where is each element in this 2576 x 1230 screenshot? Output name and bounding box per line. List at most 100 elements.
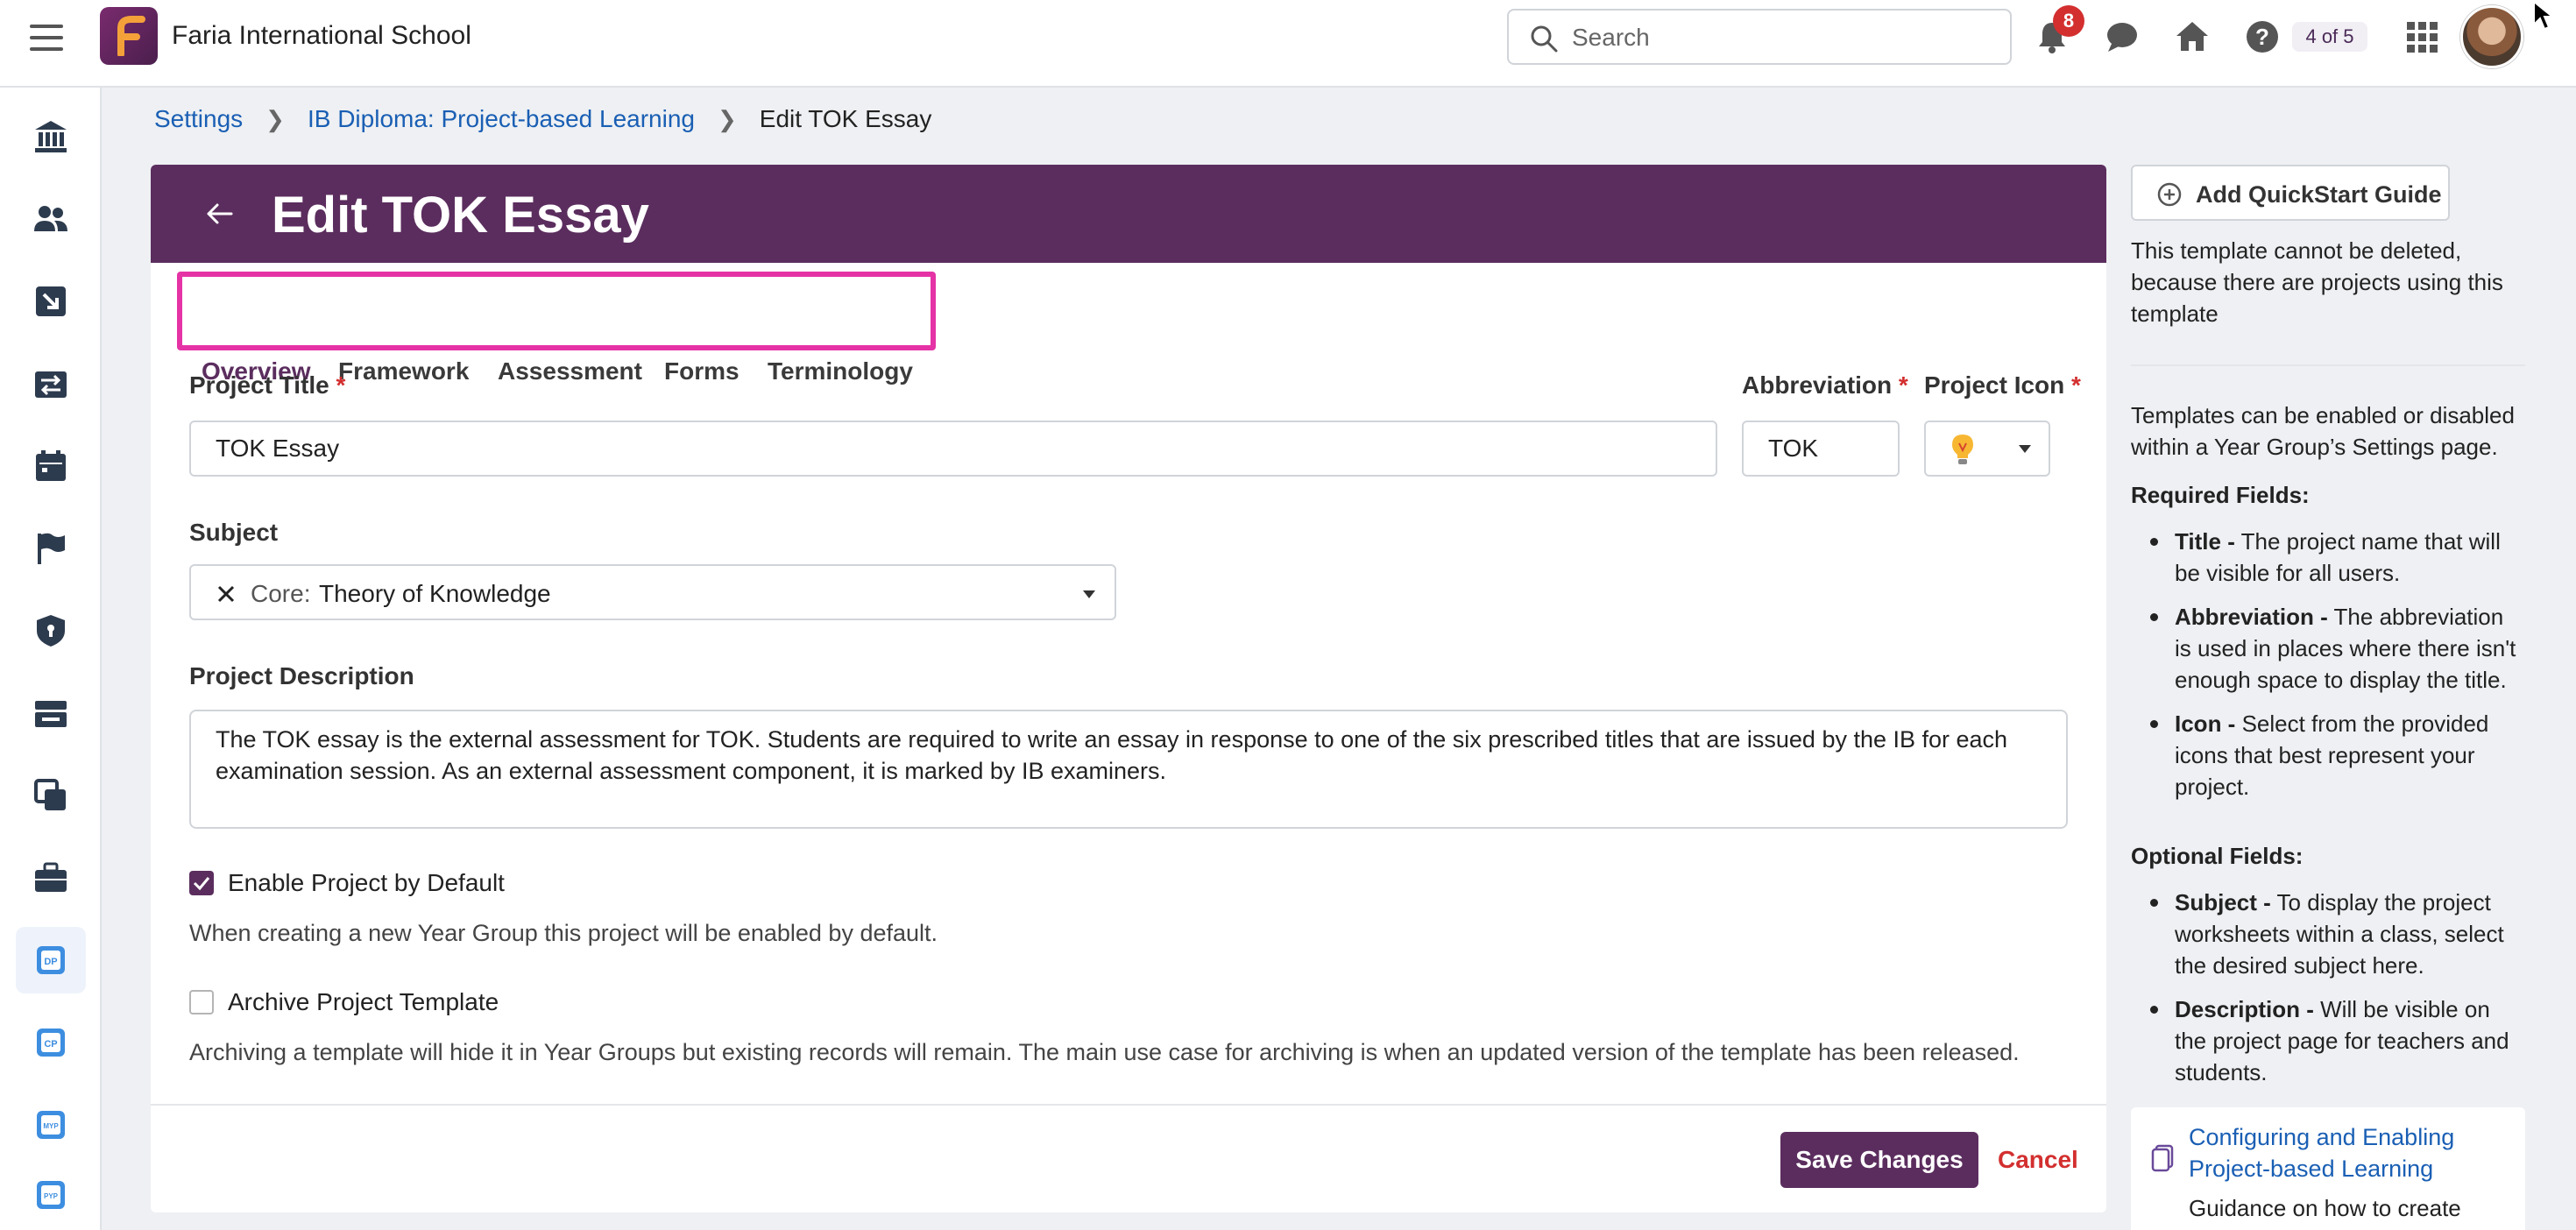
project-icon-label: Project Icon * bbox=[1924, 371, 2081, 399]
sidebar-item-flag[interactable] bbox=[16, 515, 86, 582]
archive-template-checkbox[interactable] bbox=[189, 990, 214, 1014]
sidebar-item-briefcase[interactable] bbox=[16, 845, 86, 911]
dp-icon: DP bbox=[37, 946, 65, 974]
subject-select[interactable]: Core: Theory of Knowledge bbox=[189, 564, 1116, 620]
tab-framework[interactable]: Framework bbox=[338, 357, 469, 385]
import-icon bbox=[36, 286, 66, 316]
list-item: Icon - Select from the provided icons th… bbox=[2131, 708, 2525, 802]
optional-fields-heading: Optional Fields: bbox=[2131, 843, 2304, 869]
search-icon bbox=[1531, 25, 1558, 53]
project-icon-select[interactable] bbox=[1924, 421, 2050, 477]
menu-icon[interactable] bbox=[30, 25, 63, 53]
sidebar-item-import[interactable] bbox=[16, 268, 86, 335]
description-textarea[interactable]: The TOK essay is the external assessment… bbox=[189, 710, 2068, 829]
check-icon bbox=[193, 877, 210, 891]
sidebar-item-people[interactable] bbox=[16, 186, 86, 252]
plus-circle-icon bbox=[2157, 182, 2182, 207]
breadcrumb-ib-diploma[interactable]: IB Diploma: Project-based Learning bbox=[308, 105, 695, 133]
list-item: Title - The project name that will be vi… bbox=[2131, 526, 2525, 589]
enable-default-label[interactable]: Enable Project by Default bbox=[228, 869, 505, 897]
list-item: Description - Will be visible on the pro… bbox=[2131, 993, 2525, 1088]
chat-icon[interactable] bbox=[2105, 19, 2140, 54]
breadcrumb-settings[interactable]: Settings bbox=[154, 105, 243, 133]
guide-link[interactable]: Configuring and Enabling Project-based L… bbox=[2189, 1121, 2513, 1184]
tab-assessment[interactable]: Assessment bbox=[498, 357, 642, 385]
description-label: Project Description bbox=[189, 662, 414, 689]
subject-value: Theory of Knowledge bbox=[319, 580, 551, 607]
enable-default-checkbox[interactable] bbox=[189, 871, 214, 895]
back-arrow-icon[interactable] bbox=[200, 194, 238, 233]
badge-icon bbox=[35, 701, 67, 727]
user-avatar[interactable] bbox=[2460, 5, 2523, 68]
sidebar-item-dp[interactable]: DP bbox=[16, 927, 86, 993]
tab-forms[interactable]: Forms bbox=[664, 357, 740, 385]
caret-down-icon bbox=[2019, 445, 2031, 453]
sidebar-item-institution[interactable] bbox=[16, 103, 86, 170]
svg-text:DP: DP bbox=[44, 957, 57, 967]
page-count-badge[interactable]: 4 of 5 bbox=[2292, 22, 2367, 52]
mouse-cursor-icon bbox=[2533, 0, 2555, 31]
chevron-right-icon: ❯ bbox=[265, 105, 285, 132]
breadcrumb-current: Edit TOK Essay bbox=[759, 105, 932, 132]
sidebar-item-cp[interactable]: CP bbox=[16, 1009, 86, 1076]
myp-icon: MYP bbox=[37, 1111, 65, 1139]
school-name: Faria International School bbox=[172, 21, 471, 50]
svg-text:?: ? bbox=[2255, 24, 2269, 50]
enable-note: Templates can be enabled or disabled wit… bbox=[2131, 402, 2515, 460]
sidebar-item-myp[interactable]: MYP bbox=[16, 1092, 86, 1158]
archive-template-label[interactable]: Archive Project Template bbox=[228, 988, 499, 1016]
list-item: Abbreviation - The abbreviation is used … bbox=[2131, 601, 2525, 696]
tab-terminology[interactable]: Terminology bbox=[768, 357, 913, 385]
add-quickstart-button[interactable]: Add QuickStart Guide bbox=[2131, 165, 2450, 221]
delete-note: This template cannot be deleted, because… bbox=[2131, 237, 2503, 327]
cancel-button[interactable]: Cancel bbox=[1998, 1146, 2078, 1174]
abbreviation-input[interactable] bbox=[1744, 422, 1898, 475]
calendar-icon bbox=[36, 450, 66, 481]
subject-prefix: Core: bbox=[251, 580, 311, 607]
abbreviation-label: Abbreviation * bbox=[1742, 371, 1908, 399]
search-bar[interactable] bbox=[1507, 9, 2012, 65]
subject-label: Subject bbox=[189, 519, 279, 546]
sidebar-item-transfer[interactable] bbox=[16, 350, 86, 417]
sidebar-item-security[interactable] bbox=[16, 597, 86, 664]
notification-badge: 8 bbox=[2053, 5, 2084, 37]
archive-template-helper: Archiving a template will hide it in Yea… bbox=[189, 1039, 2020, 1065]
panel-divider bbox=[2131, 364, 2525, 366]
project-title-input[interactable] bbox=[191, 422, 1716, 475]
faria-logo[interactable] bbox=[100, 7, 158, 65]
shield-icon bbox=[37, 615, 65, 647]
search-input[interactable] bbox=[1572, 21, 1992, 54]
optional-fields-list: Subject - To display the project workshe… bbox=[2131, 887, 2525, 1100]
sidebar: DP CP MYP PYP bbox=[0, 88, 102, 1230]
cp-icon: CP bbox=[37, 1029, 65, 1057]
project-title-field[interactable] bbox=[189, 421, 1717, 477]
save-changes-button[interactable]: Save Changes bbox=[1780, 1132, 1978, 1188]
sidebar-item-pyp[interactable]: PYP bbox=[16, 1162, 86, 1228]
card-header: Edit TOK Essay bbox=[151, 165, 2106, 263]
guide-description: Guidance on how to create bbox=[2189, 1195, 2461, 1221]
transfer-icon bbox=[35, 371, 67, 398]
home-icon[interactable] bbox=[2175, 19, 2210, 54]
guide-card: Configuring and Enabling Project-based L… bbox=[2131, 1107, 2525, 1230]
apps-grid-icon[interactable] bbox=[2404, 19, 2439, 54]
help-panel: Add QuickStart Guide This template canno… bbox=[2131, 165, 2525, 1230]
abbreviation-field[interactable] bbox=[1742, 421, 1900, 477]
lightbulb-icon bbox=[1952, 435, 1973, 464]
help-icon[interactable]: ? bbox=[2245, 19, 2280, 54]
sidebar-item-calendar[interactable] bbox=[16, 433, 86, 499]
top-bar: Faria International School 8 ? 4 of 5 bbox=[0, 0, 2576, 88]
copy-icon bbox=[34, 779, 66, 810]
people-icon bbox=[34, 206, 67, 231]
footer-divider bbox=[151, 1104, 2106, 1106]
document-icon bbox=[2151, 1144, 2174, 1172]
svg-text:CP: CP bbox=[44, 1039, 57, 1050]
tabs-highlight bbox=[177, 272, 936, 350]
breadcrumb: Settings ❯ IB Diploma: Project-based Lea… bbox=[154, 105, 931, 133]
enable-default-helper: When creating a new Year Group this proj… bbox=[189, 920, 938, 946]
sidebar-item-badge[interactable] bbox=[16, 680, 86, 746]
flag-icon bbox=[38, 533, 65, 564]
sidebar-item-copy[interactable] bbox=[16, 762, 86, 829]
svg-text:PYP: PYP bbox=[44, 1192, 59, 1200]
clear-x-icon[interactable] bbox=[217, 585, 235, 603]
chevron-right-icon: ❯ bbox=[717, 105, 737, 132]
